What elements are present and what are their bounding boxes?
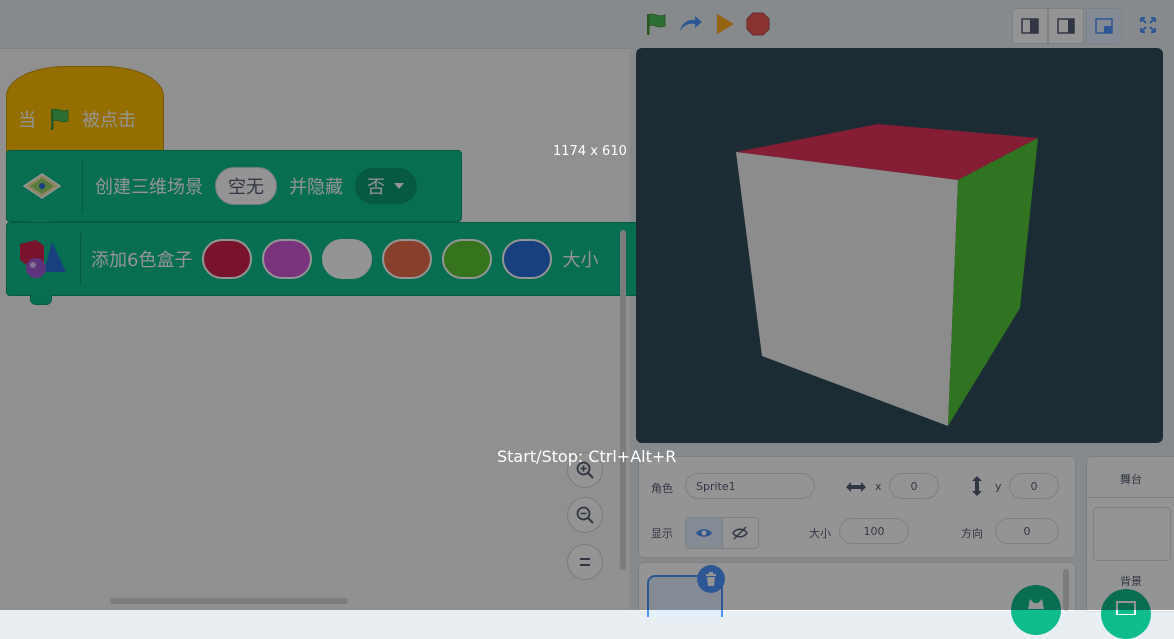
- stop-icon: [746, 12, 770, 36]
- divider: [1088, 497, 1174, 498]
- create-block-row: 创建三维场景 空无 并隐藏 否: [14, 160, 417, 212]
- 3d-shapes-icon: [20, 240, 66, 278]
- scene-input[interactable]: 空无: [215, 167, 277, 205]
- add-sprite-button[interactable]: [1011, 585, 1061, 635]
- hide-dropdown-value: 否: [367, 177, 385, 198]
- hide-label: 并隐藏: [289, 177, 343, 198]
- direction-label: 方向: [961, 527, 983, 540]
- large-stage-button[interactable]: [1086, 8, 1122, 44]
- stop-button[interactable]: [742, 8, 774, 40]
- block-notch: [30, 294, 52, 305]
- workspace-header: [0, 0, 630, 49]
- size-input[interactable]: 100: [839, 518, 909, 544]
- show-label: 显示: [651, 527, 673, 540]
- color-input-3[interactable]: [322, 239, 373, 279]
- add-box-label: 添加6色盒子: [91, 250, 193, 271]
- workspace-horizontal-scrollbar[interactable]: [110, 598, 348, 604]
- sprite-list-scrollbar[interactable]: [1063, 569, 1069, 611]
- play-button[interactable]: [708, 8, 740, 40]
- block-separator: [82, 160, 83, 212]
- zoom-out-button[interactable]: [567, 497, 603, 533]
- zoom-out-icon: [576, 506, 594, 524]
- play-icon: [717, 14, 734, 34]
- fullscreen-icon: [1140, 17, 1156, 33]
- stage-panel-title: 舞台: [1120, 473, 1142, 486]
- 3d-scene-icon: [22, 173, 62, 199]
- stage-canvas[interactable]: [636, 48, 1163, 443]
- hide-dropdown[interactable]: 否: [355, 168, 417, 204]
- block-separator: [80, 233, 81, 285]
- cube-front-face: [736, 152, 958, 426]
- show-sprite-button[interactable]: [686, 518, 723, 548]
- create-scene-label: 创建三维场景: [95, 177, 203, 198]
- stage-thumbnail[interactable]: [1093, 507, 1171, 561]
- color-input-2[interactable]: [262, 239, 313, 279]
- image-add-icon: [1116, 601, 1136, 615]
- small-stage-icon: [1021, 18, 1039, 34]
- backdrop-label: 背景: [1120, 575, 1142, 588]
- cat-add-icon: [1028, 599, 1044, 609]
- sprite-label: 角色: [651, 482, 673, 495]
- eye-hidden-icon: [732, 526, 749, 540]
- green-flag-button[interactable]: [640, 8, 672, 40]
- normal-stage-button[interactable]: [1048, 8, 1084, 44]
- horizontal-arrows-icon: [846, 482, 866, 492]
- hat-when-label: 当: [18, 110, 36, 131]
- sprite-name-input[interactable]: Sprite1: [685, 473, 815, 499]
- normal-stage-icon: [1057, 18, 1075, 34]
- box-block-row: 添加6色盒子 大小: [14, 233, 599, 285]
- cube-right-face: [948, 138, 1038, 426]
- turbo-redo-button[interactable]: [674, 8, 706, 40]
- direction-input[interactable]: 0: [995, 518, 1059, 544]
- y-label: y: [995, 480, 1002, 493]
- stage-selector-panel[interactable]: 舞台 背景: [1086, 456, 1174, 639]
- zoom-reset-button[interactable]: [567, 544, 603, 580]
- size-label: 大小: [562, 250, 599, 271]
- chevron-down-icon: [394, 183, 404, 189]
- color-input-4[interactable]: [382, 239, 433, 279]
- green-flag-icon: [51, 108, 69, 130]
- shortcut-hint-text: Start/Stop: Ctrl+Alt+R: [497, 447, 677, 466]
- sprite-list-panel: [638, 562, 1076, 635]
- hide-sprite-button[interactable]: [723, 518, 759, 548]
- fullscreen-button[interactable]: [1132, 9, 1164, 41]
- size-label: 大小: [809, 527, 831, 540]
- hat-clicked-label: 被点击: [82, 110, 136, 131]
- delete-sprite-button[interactable]: [697, 565, 725, 593]
- color-inputs: [202, 239, 553, 279]
- equals-icon: [580, 558, 590, 566]
- x-label: x: [875, 480, 882, 493]
- workspace-vertical-scrollbar[interactable]: [620, 230, 626, 570]
- eye-icon: [695, 529, 712, 537]
- sprite-info-panel: 角色 Sprite1 x 0 y 0 显示 大小 100 方向 0: [638, 456, 1076, 558]
- green-flag-icon: [647, 13, 666, 35]
- trash-icon: [706, 572, 716, 586]
- add-backdrop-button[interactable]: [1101, 589, 1151, 639]
- y-input[interactable]: 0: [1009, 473, 1059, 499]
- visibility-toggle: [685, 517, 759, 549]
- vertical-arrows-icon: [972, 476, 982, 496]
- color-input-1[interactable]: [202, 239, 253, 279]
- rendered-cube: [736, 124, 1038, 426]
- x-input[interactable]: 0: [889, 473, 939, 499]
- redo-arrow-icon: [680, 16, 702, 31]
- color-input-6[interactable]: [502, 239, 553, 279]
- screen-dimensions-text: 1174 x 610: [553, 144, 627, 159]
- large-stage-icon: [1095, 18, 1113, 34]
- small-stage-button[interactable]: [1012, 8, 1048, 44]
- hat-block-row: 当 被点击: [18, 106, 136, 132]
- color-input-5[interactable]: [442, 239, 493, 279]
